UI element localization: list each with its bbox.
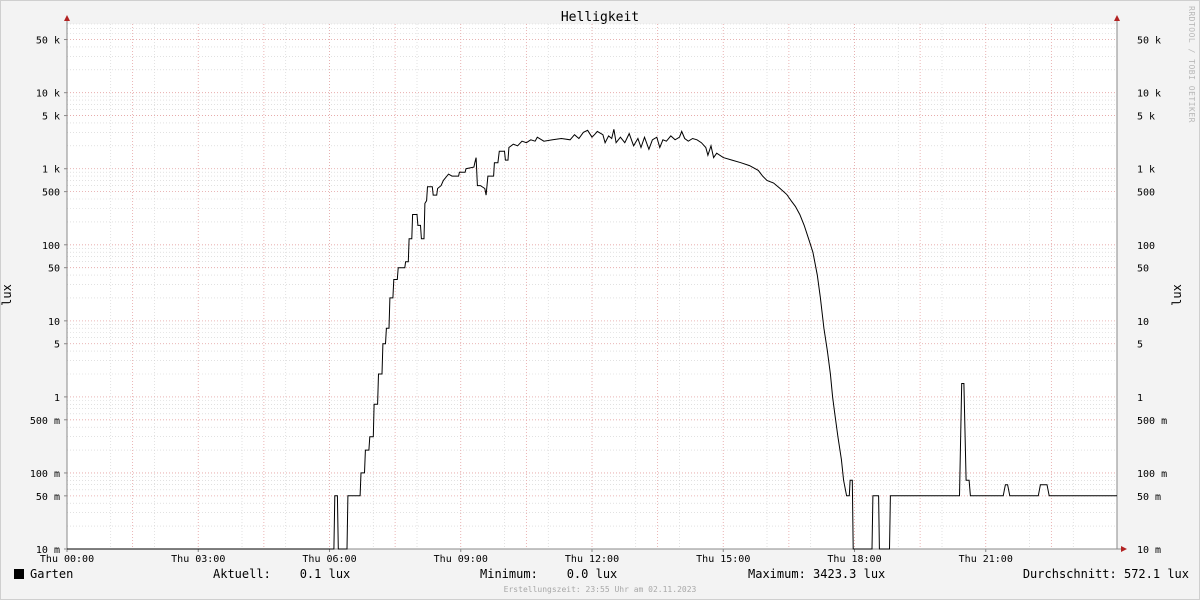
legend-series-name: Garten (30, 567, 74, 581)
x-tick-label: Thu 06:00 (302, 554, 356, 565)
y-tick-label-right: 10 m (1137, 545, 1161, 556)
y-tick-label-right: 100 m (1137, 469, 1167, 480)
creation-timestamp: Erstellungszeit: 23:55 Uhr am 02.11.2023 (503, 585, 697, 594)
y-tick-label-right: 50 k (1137, 36, 1161, 47)
legend: Garten Aktuell: 0.1 lux Minimum: 0.0 lux… (14, 567, 1189, 583)
legend-durchschnitt: Durchschnitt: 572.1 lux (1022, 567, 1189, 581)
y-tick-label-left: 500 m (30, 416, 60, 427)
chart-plot: 10 m 10 m50 m 50 m100 m 100 m500 m 500 m1 15 5… (30, 15, 1167, 565)
x-tick-label: Thu 00:00 (40, 554, 94, 565)
y-tick-label-left: 5 k (42, 112, 60, 123)
y-axis-arrow-left (64, 15, 70, 21)
y-tick-label-left: 500 (42, 188, 60, 199)
y-tick-label-right: 5 (1137, 340, 1143, 351)
y-tick-label-right: 5 k (1137, 112, 1155, 123)
y-tick-label-right: 50 m (1137, 492, 1161, 503)
y-tick-label-left: 50 m (36, 492, 60, 503)
y-tick-label-left: 1 (54, 393, 60, 404)
x-tick-label: Thu 09:00 (434, 554, 488, 565)
y-tick-label-left: 10 (48, 317, 60, 328)
legend-swatch (14, 569, 24, 579)
x-tick-label: Thu 03:00 (171, 554, 225, 565)
y-tick-label-left: 1 k (42, 165, 60, 176)
x-axis-arrow (1121, 546, 1127, 552)
legend-minimum: Minimum: 0.0 lux (480, 567, 618, 581)
legend-maximum: Maximum: 3423.3 lux (748, 567, 886, 581)
y-tick-label-left: 5 (54, 340, 60, 351)
y-tick-label-left: 50 k (36, 36, 60, 47)
y-tick-label-right: 1 (1137, 393, 1143, 404)
y-tick-label-left: 100 (42, 241, 60, 252)
y-tick-label-right: 100 (1137, 241, 1155, 252)
y-tick-label-right: 10 k (1137, 89, 1161, 100)
y-tick-label-right: 10 (1137, 317, 1149, 328)
y-tick-label-left: 10 k (36, 89, 60, 100)
y-tick-label-left: 50 (48, 264, 60, 275)
y-tick-label-right: 500 (1137, 188, 1155, 199)
y-tick-label-right: 50 (1137, 264, 1149, 275)
x-tick-label: Thu 12:00 (565, 554, 619, 565)
y-tick-label-right: 1 k (1137, 165, 1155, 176)
x-tick-label: Thu 15:00 (696, 554, 750, 565)
y-tick-label-left: 100 m (30, 469, 60, 480)
y-axis-arrow-right (1114, 15, 1120, 21)
x-tick-label: Thu 18:00 (827, 554, 881, 565)
legend-aktuell: Aktuell: 0.1 lux (213, 567, 351, 581)
x-tick-label: Thu 21:00 (959, 554, 1013, 565)
y-tick-label-right: 500 m (1137, 416, 1167, 427)
